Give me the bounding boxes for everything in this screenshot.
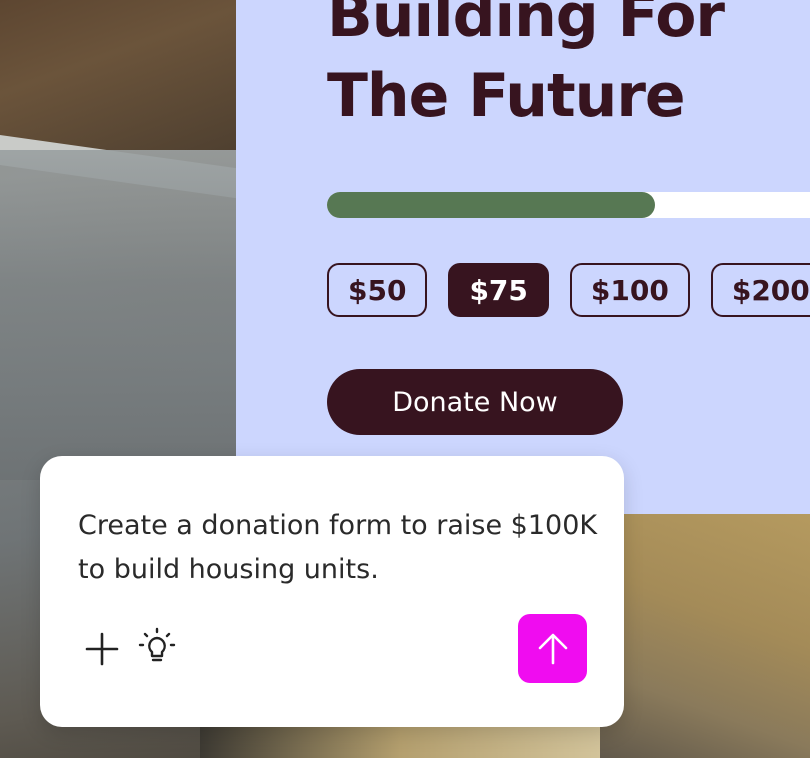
amount-options: $50 $75 $100 $200: [327, 263, 810, 317]
progress-bar: [327, 192, 810, 218]
plus-icon[interactable]: [82, 629, 122, 669]
amount-option-75[interactable]: $75: [448, 263, 549, 317]
arrow-up-icon: [538, 633, 567, 664]
send-button[interactable]: [518, 614, 587, 683]
amount-option-200[interactable]: $200: [710, 263, 810, 317]
amount-option-50[interactable]: $50: [327, 263, 428, 317]
lightbulb-icon[interactable]: [137, 627, 177, 667]
page-title: Building For The Future: [327, 0, 725, 131]
background-wall: [0, 150, 236, 480]
background-dirt: [0, 0, 236, 150]
prompt-card: Create a donation form to raise $100K to…: [40, 456, 624, 727]
prompt-text[interactable]: Create a donation form to raise $100K to…: [78, 504, 598, 592]
donate-now-button[interactable]: Donate Now: [327, 369, 623, 435]
progress-fill: [327, 192, 656, 218]
amount-option-100[interactable]: $100: [569, 263, 690, 317]
